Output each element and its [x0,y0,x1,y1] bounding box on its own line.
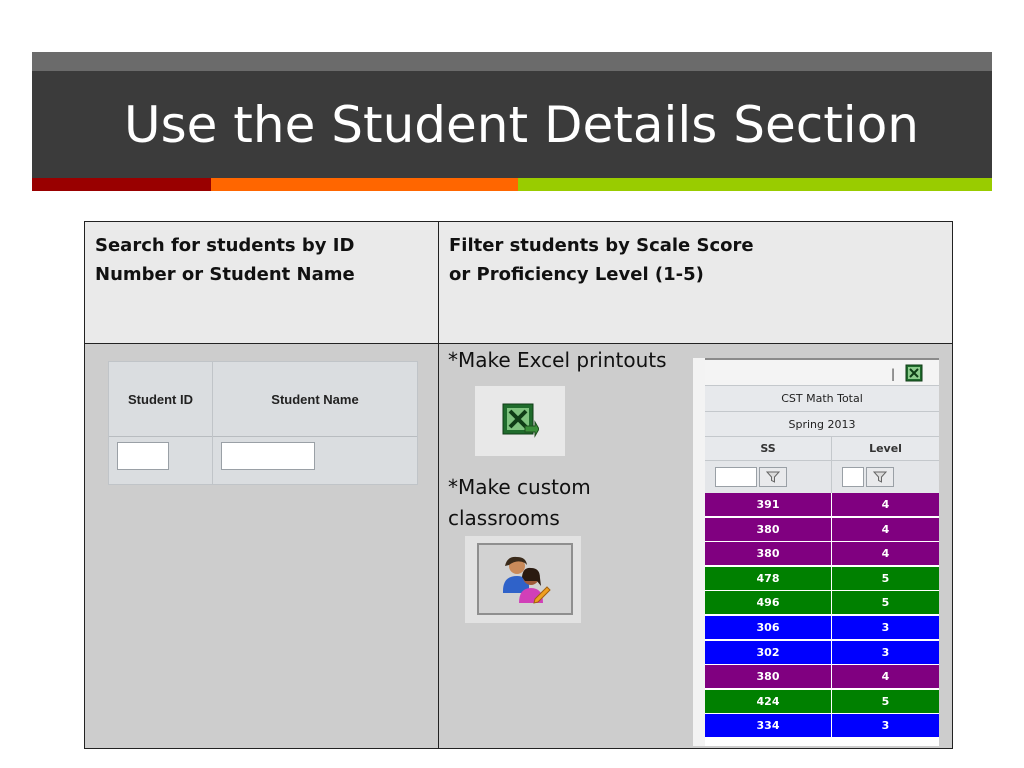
custom-classroom-note: *Make custom classrooms [448,472,591,534]
level-cell: 5 [832,690,939,714]
left-header-line: Number or Student Name [95,264,355,285]
grid-data-row[interactable]: 478 5 [705,566,939,591]
grid-excel-button[interactable] [905,364,923,385]
level-filter-button[interactable] [866,467,894,487]
ss-cell: 334 [705,714,832,739]
level-cell: 3 [832,641,939,665]
right-header-text: Filter students by Scale Score or Profic… [449,231,754,289]
level-cell: 5 [832,591,939,616]
ss-filter-input[interactable] [715,467,757,487]
grid-toolbar: | [705,358,939,385]
grid-filter-row [705,460,939,493]
right-header-cell: Filter students by Scale Score or Profic… [439,222,952,344]
filter-funnel-icon [873,471,887,483]
ss-cell: 302 [705,640,832,665]
student-id-column: Student ID [109,362,213,484]
toolbar-separator: | [891,367,896,381]
left-header-text: Search for students by ID Number or Stud… [95,231,355,289]
accent-stripe-red [32,178,211,191]
grid-data-row[interactable]: 302 3 [705,640,939,665]
excel-export-button[interactable] [475,386,565,456]
excel-export-icon [502,403,539,438]
level-cell: 4 [832,518,939,542]
search-cell: Student ID Student Name [85,344,439,748]
level-filter [832,461,939,493]
accent-stripe-orange [211,178,518,191]
excel-note-text: *Make Excel printouts [448,348,667,372]
grid-data-row[interactable]: 334 3 [705,714,939,739]
ss-column-header[interactable]: SS [705,437,832,460]
student-id-input[interactable] [117,442,169,470]
custom-classroom-button[interactable] [477,543,573,615]
grid-group-title: CST Math Total [705,385,939,411]
left-header-line: Search for students by ID [95,235,355,256]
level-cell: 4 [832,542,939,567]
grid-data-row[interactable]: 380 4 [705,517,939,542]
student-name-column: Student Name [213,362,417,484]
student-name-header[interactable]: Student Name [213,362,417,437]
score-grid: | CST Math Total Spring 2013 SS Level 39… [693,358,939,746]
level-cell: 3 [832,714,939,739]
excel-note: *Make Excel printouts [448,345,667,376]
student-id-header[interactable]: Student ID [109,362,212,437]
level-cell: 3 [832,616,939,640]
slide-title: Use the Student Details Section [124,96,919,154]
ss-cell: 496 [705,591,832,616]
left-header-cell: Search for students by ID Number or Stud… [85,222,439,344]
custom-classroom-note-line: *Make custom [448,475,591,499]
level-cell: 4 [832,493,939,517]
ss-cell: 380 [705,542,832,567]
grid-data-row[interactable]: 424 5 [705,689,939,714]
ss-cell: 478 [705,566,832,591]
grid-period: Spring 2013 [705,411,939,436]
grid-data-row[interactable]: 380 4 [705,542,939,567]
custom-classroom-icon [503,556,551,604]
level-filter-input[interactable] [842,467,864,487]
filter-cell: *Make Excel printouts *Make custom class… [439,344,952,748]
excel-small-icon [905,364,923,382]
grid-column-headers: SS Level [705,436,939,460]
ss-cell: 380 [705,517,832,542]
level-column-header[interactable]: Level [832,437,939,460]
grid-data-row[interactable]: 496 5 [705,591,939,616]
grid-left-strip [693,358,705,746]
ss-cell: 424 [705,689,832,714]
grid-data-row[interactable]: 391 4 [705,493,939,517]
student-search-widget: Student ID Student Name [108,361,418,485]
ss-cell: 380 [705,665,832,690]
right-header-line: Filter students by Scale Score [449,235,754,256]
ss-filter [705,461,832,493]
grid-data-row[interactable]: 306 3 [705,616,939,640]
student-name-input[interactable] [221,442,315,470]
ss-cell: 306 [705,616,832,640]
accent-stripe-green [518,178,992,191]
content-table: Search for students by ID Number or Stud… [84,221,953,749]
ss-cell: 391 [705,493,832,517]
custom-classroom-button-frame [465,536,581,623]
level-cell: 5 [832,567,939,591]
ss-filter-button[interactable] [759,467,787,487]
title-band-top [32,52,992,71]
filter-funnel-icon [766,471,780,483]
custom-classroom-note-line: classrooms [448,506,560,530]
right-header-line: or Proficiency Level (1-5) [449,264,704,285]
grid-data-row[interactable]: 380 4 [705,665,939,690]
level-cell: 4 [832,665,939,690]
